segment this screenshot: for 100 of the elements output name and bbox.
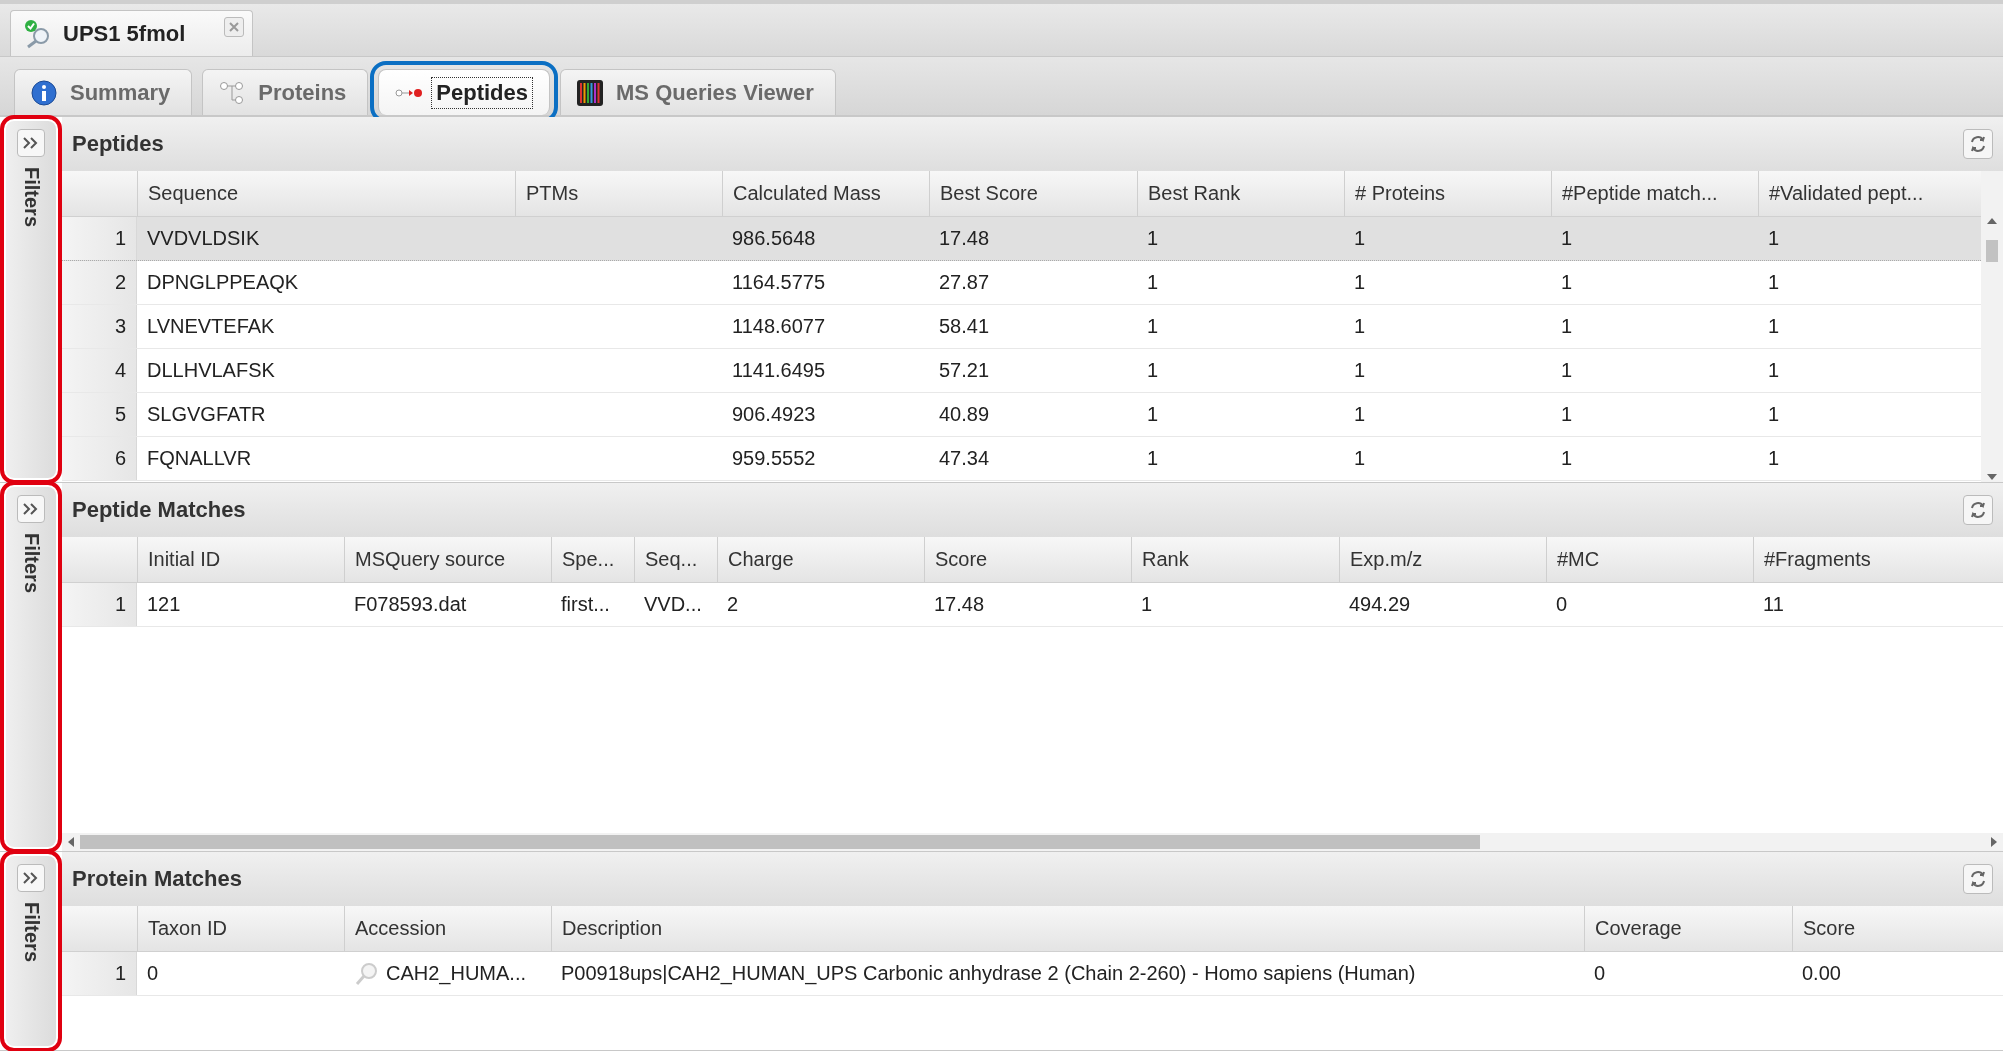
scrollbar-thumb[interactable] bbox=[80, 835, 1480, 849]
table-row[interactable]: 1 121 F078593.dat first... VVD... 2 17.48 1 494.29 0 11 bbox=[62, 583, 2003, 627]
expand-button[interactable] bbox=[17, 864, 45, 892]
column-header[interactable]: Sequence bbox=[137, 171, 515, 216]
table-cell: 1 bbox=[1147, 403, 1159, 426]
table-cell: 986.5648 bbox=[732, 227, 816, 250]
scrollbar-thumb[interactable] bbox=[1986, 240, 1998, 262]
table-cell: 1 bbox=[1147, 271, 1159, 294]
table-cell: 1 bbox=[1561, 359, 1573, 382]
table-row[interactable]: 2 DPNGLPPEAQK 1164.5775 27.87 1 1 1 1 bbox=[62, 261, 1981, 305]
column-header[interactable]: #Validated pept... bbox=[1758, 171, 1966, 216]
table-cell: 1 bbox=[1768, 403, 1780, 426]
column-header[interactable]: Accession bbox=[344, 906, 551, 951]
column-header[interactable]: Score bbox=[1792, 906, 2003, 951]
column-header[interactable]: Coverage bbox=[1584, 906, 1792, 951]
expand-button[interactable] bbox=[17, 129, 45, 157]
tree-nodes-icon bbox=[219, 80, 246, 105]
table-cell: 959.5552 bbox=[732, 447, 816, 470]
tab[interactable]: Proteins bbox=[202, 69, 369, 115]
tab[interactable]: Summary bbox=[14, 69, 193, 115]
column-header[interactable]: Best Rank bbox=[1137, 171, 1344, 216]
refresh-icon bbox=[1969, 870, 1987, 888]
table-cell: 1 bbox=[1147, 447, 1159, 470]
column-header[interactable]: Score bbox=[924, 537, 1131, 582]
table-cell: 1 bbox=[1561, 447, 1573, 470]
column-header[interactable]: Charge bbox=[717, 537, 924, 582]
column-header[interactable]: Exp.m/z bbox=[1339, 537, 1546, 582]
table-cell: 1 bbox=[1768, 447, 1780, 470]
table-cell: CAH2_HUMA... bbox=[386, 962, 527, 985]
refresh-icon bbox=[1969, 135, 1987, 153]
expand-button[interactable] bbox=[17, 495, 45, 523]
row-number: 1 bbox=[62, 952, 137, 995]
table-cell: 1 bbox=[1561, 403, 1573, 426]
column-header[interactable]: # Proteins bbox=[1344, 171, 1551, 216]
vertical-scrollbar[interactable] bbox=[1981, 171, 2003, 482]
table-cell: F078593.dat bbox=[354, 593, 467, 616]
table-cell: first... bbox=[561, 593, 610, 616]
column-header[interactable]: #MC bbox=[1546, 537, 1753, 582]
table-cell: 1 bbox=[1768, 271, 1780, 294]
table-cell: 1 bbox=[1768, 359, 1780, 382]
refresh-button[interactable] bbox=[1963, 129, 1993, 159]
table-cell: VVD... bbox=[644, 593, 702, 616]
filters-label[interactable]: Filters bbox=[19, 167, 43, 228]
row-number: 2 bbox=[62, 261, 137, 304]
double-chevron-icon bbox=[22, 502, 40, 516]
row-number: 1 bbox=[62, 583, 137, 626]
document-title: UPS1 5fmol bbox=[63, 20, 186, 47]
scroll-arrow-icon[interactable] bbox=[1987, 472, 1997, 482]
row-number: 6 bbox=[62, 437, 137, 480]
row-number: 1 bbox=[62, 217, 137, 260]
column-header[interactable]: Calculated Mass bbox=[722, 171, 929, 216]
horizontal-scrollbar[interactable] bbox=[62, 833, 2003, 851]
table-cell: 17.48 bbox=[934, 593, 985, 616]
search-icon bbox=[354, 960, 380, 987]
table-cell: 0.00 bbox=[1802, 962, 1841, 985]
table-cell: 17.48 bbox=[939, 227, 990, 250]
spectrum-bars-icon bbox=[577, 79, 603, 106]
column-header[interactable]: Taxon ID bbox=[137, 906, 344, 951]
table-row[interactable]: 4 DLLHVLAFSK 1141.6495 57.21 1 1 1 1 bbox=[62, 349, 1981, 393]
double-chevron-icon bbox=[22, 871, 40, 885]
column-header[interactable]: Rank bbox=[1131, 537, 1339, 582]
table-cell: 1 bbox=[1561, 315, 1573, 338]
table-row[interactable]: 6 FQNALLVR 959.5552 47.34 1 1 1 1 bbox=[62, 437, 1981, 481]
table-cell: P00918ups|CAH2_HUMAN_UPS Carbonic anhydrase 2 (Chain 2-260) - Homo sapiens (Human) bbox=[561, 962, 1416, 985]
table-row[interactable]: 1 0 CAH2_HUMA... P00918ups|CAH2_HUMAN_UPS Carbonic anhydrase 2 (Chain 2-260) - Homo sapiens (Human) 0 0.00 bbox=[62, 952, 2003, 996]
column-header[interactable]: Description bbox=[551, 906, 1584, 951]
row-number: 3 bbox=[62, 305, 137, 348]
column-header[interactable]: PTMs bbox=[515, 171, 722, 216]
table-cell: 11 bbox=[1763, 593, 1784, 616]
column-header[interactable]: MSQuery source bbox=[344, 537, 551, 582]
column-header[interactable]: #Fragments bbox=[1753, 537, 2003, 582]
table-cell: 27.87 bbox=[939, 271, 990, 294]
table-cell: LVNEVTEFAK bbox=[147, 315, 275, 338]
table-row[interactable]: 3 LVNEVTEFAK 1148.6077 58.41 1 1 1 1 bbox=[62, 305, 1981, 349]
table-row[interactable]: 1 VVDVLDSIK 986.5648 17.48 1 1 1 1 bbox=[62, 217, 1981, 261]
refresh-icon bbox=[1969, 501, 1987, 519]
table-cell: 1 bbox=[1354, 359, 1366, 382]
scroll-arrow-icon[interactable] bbox=[1989, 837, 1999, 847]
table-cell: 1 bbox=[1147, 315, 1159, 338]
table-cell: FQNALLVR bbox=[147, 447, 252, 470]
table-cell: 906.4923 bbox=[732, 403, 816, 426]
refresh-button[interactable] bbox=[1963, 864, 1993, 894]
column-header[interactable]: Spe... bbox=[551, 537, 634, 582]
table-cell: 1 bbox=[1354, 315, 1366, 338]
column-header[interactable]: Seq... bbox=[634, 537, 717, 582]
filters-label[interactable]: Filters bbox=[19, 902, 43, 963]
table-cell: 1164.5775 bbox=[732, 271, 826, 294]
filters-label[interactable]: Filters bbox=[19, 533, 43, 594]
table-row[interactable]: 5 SLGVGFATR 906.4923 40.89 1 1 1 1 bbox=[62, 393, 1981, 437]
scroll-arrow-icon[interactable] bbox=[1987, 216, 1997, 226]
row-number: 5 bbox=[62, 393, 137, 436]
column-header[interactable]: #Peptide match... bbox=[1551, 171, 1758, 216]
scroll-arrow-icon[interactable] bbox=[66, 837, 76, 847]
refresh-button[interactable] bbox=[1963, 495, 1993, 525]
table-cell: 0 bbox=[147, 962, 159, 985]
column-header[interactable]: Best Score bbox=[929, 171, 1137, 216]
tab[interactable]: MS Queries Viewer bbox=[560, 69, 836, 115]
column-header[interactable]: Initial ID bbox=[137, 537, 344, 582]
table-cell: 1 bbox=[1147, 227, 1159, 250]
table-cell: 58.41 bbox=[939, 315, 990, 338]
